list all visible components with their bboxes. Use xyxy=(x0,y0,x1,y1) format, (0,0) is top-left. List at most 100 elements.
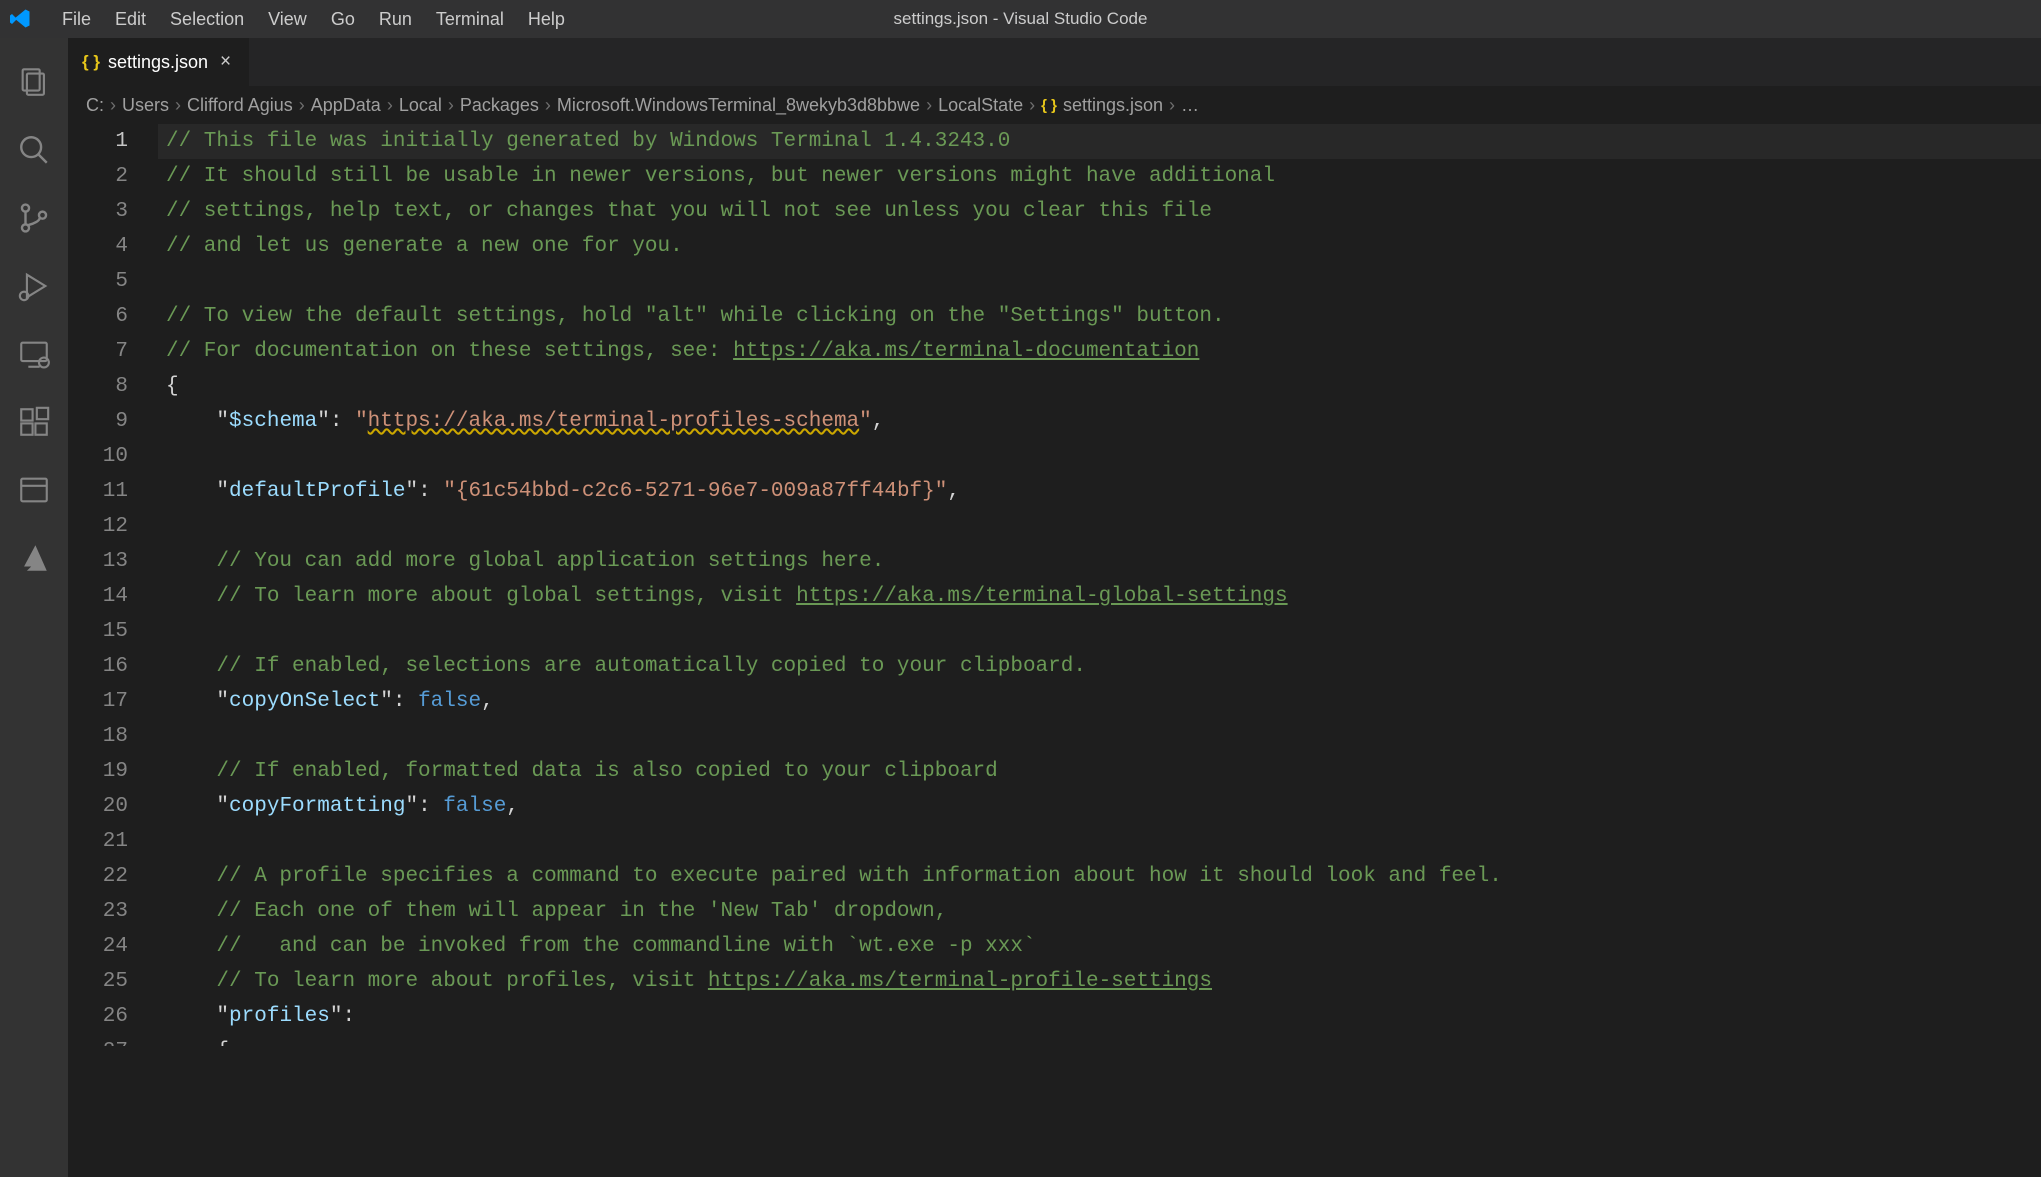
code-line[interactable]: { xyxy=(158,369,2041,404)
line-number: 12 xyxy=(68,509,128,544)
line-number: 22 xyxy=(68,859,128,894)
line-number: 16 xyxy=(68,649,128,684)
code-line[interactable]: // To learn more about global settings, … xyxy=(158,579,2041,614)
code-line[interactable] xyxy=(158,719,2041,754)
code-line[interactable]: { xyxy=(158,1034,2041,1046)
code-line[interactable]: // To learn more about profiles, visit h… xyxy=(158,964,2041,999)
menu-edit[interactable]: Edit xyxy=(103,0,158,38)
menu-selection[interactable]: Selection xyxy=(158,0,256,38)
line-number: 19 xyxy=(68,754,128,789)
code-line[interactable]: "profiles": xyxy=(158,999,2041,1034)
source-control-icon[interactable] xyxy=(0,184,68,252)
editor[interactable]: 1234567891011121314151617181920212223242… xyxy=(68,124,2041,1177)
breadcrumb-segment[interactable]: Microsoft.WindowsTerminal_8wekyb3d8bbwe xyxy=(557,95,920,116)
line-number: 8 xyxy=(68,369,128,404)
run-debug-icon[interactable] xyxy=(0,252,68,320)
code-line[interactable]: "defaultProfile": "{61c54bbd-c2c6-5271-9… xyxy=(158,474,2041,509)
line-number: 26 xyxy=(68,999,128,1034)
line-number: 27 xyxy=(68,1034,128,1046)
breadcrumb-segment[interactable]: AppData xyxy=(311,95,381,116)
code-line[interactable] xyxy=(158,264,2041,299)
code-line[interactable]: // For documentation on these settings, … xyxy=(158,334,2041,369)
code-line[interactable]: // Each one of them will appear in the '… xyxy=(158,894,2041,929)
menubar: FileEditSelectionViewGoRunTerminalHelp xyxy=(50,0,577,38)
chevron-right-icon: › xyxy=(387,95,393,116)
breadcrumb-overflow[interactable]: … xyxy=(1181,95,1199,116)
menu-go[interactable]: Go xyxy=(319,0,367,38)
breadcrumb-segment[interactable]: Clifford Agius xyxy=(187,95,293,116)
azure-icon[interactable] xyxy=(0,524,68,592)
extensions-icon[interactable] xyxy=(0,388,68,456)
explorer-icon[interactable] xyxy=(0,48,68,116)
line-number: 17 xyxy=(68,684,128,719)
code-line[interactable]: // To view the default settings, hold "a… xyxy=(158,299,2041,334)
chevron-right-icon: › xyxy=(110,95,116,116)
line-number: 13 xyxy=(68,544,128,579)
code-line[interactable]: // and can be invoked from the commandli… xyxy=(158,929,2041,964)
code-line[interactable]: // A profile specifies a command to exec… xyxy=(158,859,2041,894)
breadcrumb-segment[interactable]: Users xyxy=(122,95,169,116)
line-number: 15 xyxy=(68,614,128,649)
window-icon[interactable] xyxy=(0,456,68,524)
breadcrumb-segment[interactable]: C: xyxy=(86,95,104,116)
code-line[interactable] xyxy=(158,824,2041,859)
chevron-right-icon: › xyxy=(1029,95,1035,116)
code-line[interactable]: // settings, help text, or changes that … xyxy=(158,194,2041,229)
menu-file[interactable]: File xyxy=(50,0,103,38)
line-number: 18 xyxy=(68,719,128,754)
code-line[interactable] xyxy=(158,439,2041,474)
menu-terminal[interactable]: Terminal xyxy=(424,0,516,38)
line-number: 5 xyxy=(68,264,128,299)
line-number: 25 xyxy=(68,964,128,999)
line-number-gutter: 1234567891011121314151617181920212223242… xyxy=(68,124,158,1177)
breadcrumbs[interactable]: C: › Users › Clifford Agius › AppData › Local › Pa… xyxy=(68,86,2041,124)
line-number: 11 xyxy=(68,474,128,509)
chevron-right-icon: › xyxy=(1169,95,1175,116)
code-line[interactable]: // If enabled, selections are automatica… xyxy=(158,649,2041,684)
code-line[interactable]: "copyFormatting": false, xyxy=(158,789,2041,824)
line-number: 14 xyxy=(68,579,128,614)
code-line[interactable] xyxy=(158,509,2041,544)
tabs-bar: { } settings.json × xyxy=(68,38,2041,86)
breadcrumb-file[interactable]: settings.json xyxy=(1063,95,1163,116)
menu-view[interactable]: View xyxy=(256,0,319,38)
remote-explorer-icon[interactable] xyxy=(0,320,68,388)
line-number: 21 xyxy=(68,824,128,859)
code-line[interactable]: "copyOnSelect": false, xyxy=(158,684,2041,719)
code-line[interactable] xyxy=(158,614,2041,649)
close-icon[interactable]: × xyxy=(216,49,235,75)
chevron-right-icon: › xyxy=(175,95,181,116)
menu-help[interactable]: Help xyxy=(516,0,577,38)
line-number: 23 xyxy=(68,894,128,929)
code-line[interactable]: // You can add more global application s… xyxy=(158,544,2041,579)
search-icon[interactable] xyxy=(0,116,68,184)
line-number: 20 xyxy=(68,789,128,824)
code-line[interactable]: // If enabled, formatted data is also co… xyxy=(158,754,2041,789)
tab-settings-json[interactable]: { } settings.json × xyxy=(68,38,250,86)
chevron-right-icon: › xyxy=(299,95,305,116)
chevron-right-icon: › xyxy=(545,95,551,116)
line-number: 3 xyxy=(68,194,128,229)
breadcrumb-segment[interactable]: Packages xyxy=(460,95,539,116)
code-content[interactable]: // This file was initially generated by … xyxy=(158,124,2041,1177)
breadcrumb-segment[interactable]: LocalState xyxy=(938,95,1023,116)
code-line[interactable]: // It should still be usable in newer ve… xyxy=(158,159,2041,194)
editor-area: { } settings.json × C: › Users › Clifford Ag… xyxy=(68,38,2041,1177)
titlebar: FileEditSelectionViewGoRunTerminalHelp s… xyxy=(0,0,2041,38)
line-number: 2 xyxy=(68,159,128,194)
line-number: 6 xyxy=(68,299,128,334)
chevron-right-icon: › xyxy=(448,95,454,116)
code-line[interactable]: // This file was initially generated by … xyxy=(158,124,2041,159)
line-number: 7 xyxy=(68,334,128,369)
line-number: 10 xyxy=(68,439,128,474)
menu-run[interactable]: Run xyxy=(367,0,424,38)
breadcrumb-segment[interactable]: Local xyxy=(399,95,442,116)
json-file-icon: { } xyxy=(1041,97,1057,114)
line-number: 4 xyxy=(68,229,128,264)
activitybar xyxy=(0,38,68,1177)
code-line[interactable]: // and let us generate a new one for you… xyxy=(158,229,2041,264)
code-line[interactable]: "$schema": "https://aka.ms/terminal-prof… xyxy=(158,404,2041,439)
tab-label: settings.json xyxy=(108,52,208,73)
main-area: { } settings.json × C: › Users › Clifford Ag… xyxy=(0,38,2041,1177)
window-title: settings.json - Visual Studio Code xyxy=(894,9,1148,29)
